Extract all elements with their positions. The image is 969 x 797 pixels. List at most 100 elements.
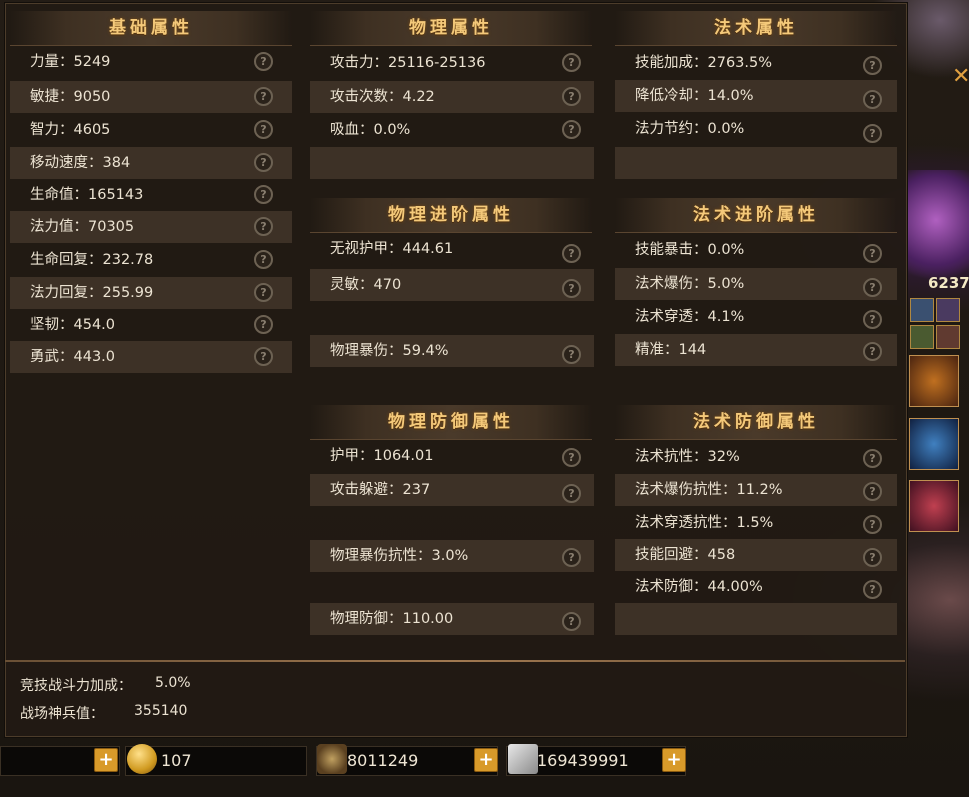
side-counter: 6237: [928, 274, 969, 292]
help-icon[interactable]: ?: [863, 124, 882, 143]
stat-label: 移动速度：384: [30, 155, 131, 171]
help-icon[interactable]: ?: [863, 342, 882, 361]
add-ore-button[interactable]: +: [474, 748, 498, 772]
help-icon[interactable]: ?: [254, 153, 273, 172]
help-icon[interactable]: ?: [254, 347, 273, 366]
stat-label: 勇武：443.0: [30, 349, 116, 365]
stat-label: 攻击力：25116-25136: [330, 55, 486, 71]
empty-row: [615, 147, 897, 179]
stat-row: 法术穿透：4.1%?: [615, 301, 897, 333]
help-icon[interactable]: ?: [562, 87, 581, 106]
help-icon[interactable]: ?: [254, 185, 273, 204]
equipment-slot[interactable]: [909, 418, 959, 470]
stat-row: 法术爆伤：5.0%?: [615, 268, 897, 300]
empty-row: [310, 572, 594, 604]
stat-row: 攻击力：25116-25136?: [310, 47, 594, 79]
help-icon[interactable]: ?: [863, 56, 882, 75]
help-icon[interactable]: ?: [863, 244, 882, 263]
magic-attributes-title: 法术属性: [615, 11, 897, 46]
stat-label: 技能加成：2763.5%: [635, 55, 773, 71]
empty-row: [310, 507, 594, 539]
help-icon[interactable]: ?: [863, 278, 882, 297]
basic-attributes-title: 基础属性: [10, 11, 292, 46]
help-icon[interactable]: ?: [254, 52, 273, 71]
help-icon[interactable]: ?: [562, 120, 581, 139]
help-icon[interactable]: ?: [562, 345, 581, 364]
help-icon[interactable]: ?: [863, 548, 882, 567]
skill-icon-slot[interactable]: [936, 325, 960, 349]
help-icon[interactable]: ?: [562, 279, 581, 298]
stat-label: 攻击躲避：237: [330, 482, 431, 498]
stat-label: 智力：4605: [30, 122, 111, 138]
help-icon[interactable]: ?: [254, 250, 273, 269]
physical-advanced-title: 物理进阶属性: [310, 198, 592, 233]
help-icon[interactable]: ?: [254, 87, 273, 106]
arena-bonus-value: 5.0%: [155, 675, 191, 691]
weapon-value: 355140: [134, 703, 188, 719]
stat-label: 坚韧：454.0: [30, 317, 116, 333]
stat-row: 勇武：443.0?: [10, 341, 292, 373]
help-icon[interactable]: ?: [254, 217, 273, 236]
help-icon[interactable]: ?: [562, 612, 581, 631]
stat-label: 生命值：165143: [30, 187, 144, 203]
stat-row: 吸血：0.0%?: [310, 114, 594, 146]
stat-row: 法术穿透抗性：1.5%?: [615, 507, 897, 539]
stat-row: 法力回复：255.99?: [10, 277, 292, 309]
help-icon[interactable]: ?: [863, 515, 882, 534]
stat-label: 生命回复：232.78: [30, 252, 154, 268]
help-icon[interactable]: ?: [562, 548, 581, 567]
stat-row: 移动速度：384?: [10, 147, 292, 179]
stat-row: 技能暴击：0.0%?: [615, 234, 897, 266]
equipment-slot[interactable]: [909, 355, 959, 407]
help-icon[interactable]: ?: [254, 120, 273, 139]
stat-row: 攻击躲避：237?: [310, 474, 594, 506]
help-icon[interactable]: ?: [863, 449, 882, 468]
add-currency-button[interactable]: +: [94, 748, 118, 772]
stat-label: 法力回复：255.99: [30, 285, 154, 301]
stat-row: 物理暴伤抗性：3.0%?: [310, 540, 594, 572]
stat-label: 物理暴伤：59.4%: [330, 343, 449, 359]
help-icon[interactable]: ?: [254, 315, 273, 334]
stat-row: 物理暴伤：59.4%?: [310, 335, 594, 367]
help-icon[interactable]: ?: [562, 244, 581, 263]
stat-row: 敏捷：9050?: [10, 81, 292, 113]
money-icon: [508, 744, 538, 774]
help-icon[interactable]: ?: [254, 283, 273, 302]
magic-advanced-title: 法术进阶属性: [615, 198, 897, 233]
help-icon[interactable]: ?: [562, 448, 581, 467]
help-icon[interactable]: ?: [863, 90, 882, 109]
stat-row: 护甲：1064.01?: [310, 440, 594, 472]
help-icon[interactable]: ?: [863, 482, 882, 501]
help-icon[interactable]: ?: [562, 484, 581, 503]
physical-defense-title: 物理防御属性: [310, 405, 592, 440]
stat-label: 力量：5249: [30, 54, 111, 70]
help-icon[interactable]: ?: [863, 580, 882, 599]
skill-icon-slot[interactable]: [910, 325, 934, 349]
stat-label: 无视护甲：444.61: [330, 241, 454, 257]
stat-label: 物理暴伤抗性：3.0%: [330, 548, 469, 564]
stat-label: 法术防御：44.00%: [635, 579, 763, 595]
empty-row: [615, 603, 897, 635]
skill-icon-slot[interactable]: [910, 298, 934, 322]
stat-row: 法力值：70305?: [10, 211, 292, 243]
help-icon[interactable]: ?: [863, 310, 882, 329]
close-icon[interactable]: ✕: [952, 64, 969, 89]
equipment-slot[interactable]: [909, 480, 959, 532]
stat-label: 降低冷却：14.0%: [635, 88, 754, 104]
character-portrait: [906, 170, 969, 280]
stat-label: 法术爆伤：5.0%: [635, 276, 745, 292]
money-value: 169439991: [537, 751, 629, 770]
ore-icon: [317, 744, 347, 774]
add-money-button[interactable]: +: [662, 748, 686, 772]
stat-label: 吸血：0.0%: [330, 122, 411, 138]
stat-row: 法术爆伤抗性：11.2%?: [615, 474, 897, 506]
stat-label: 法力值：70305: [30, 219, 135, 235]
help-icon[interactable]: ?: [562, 53, 581, 72]
skill-icon-slot[interactable]: [936, 298, 960, 322]
stat-label: 精准：144: [635, 342, 707, 358]
divider: [5, 660, 905, 662]
stat-label: 灵敏：470: [330, 277, 402, 293]
stat-label: 敏捷：9050: [30, 89, 111, 105]
stat-row: 技能加成：2763.5%?: [615, 47, 897, 79]
stat-label: 法术抗性：32%: [635, 449, 740, 465]
